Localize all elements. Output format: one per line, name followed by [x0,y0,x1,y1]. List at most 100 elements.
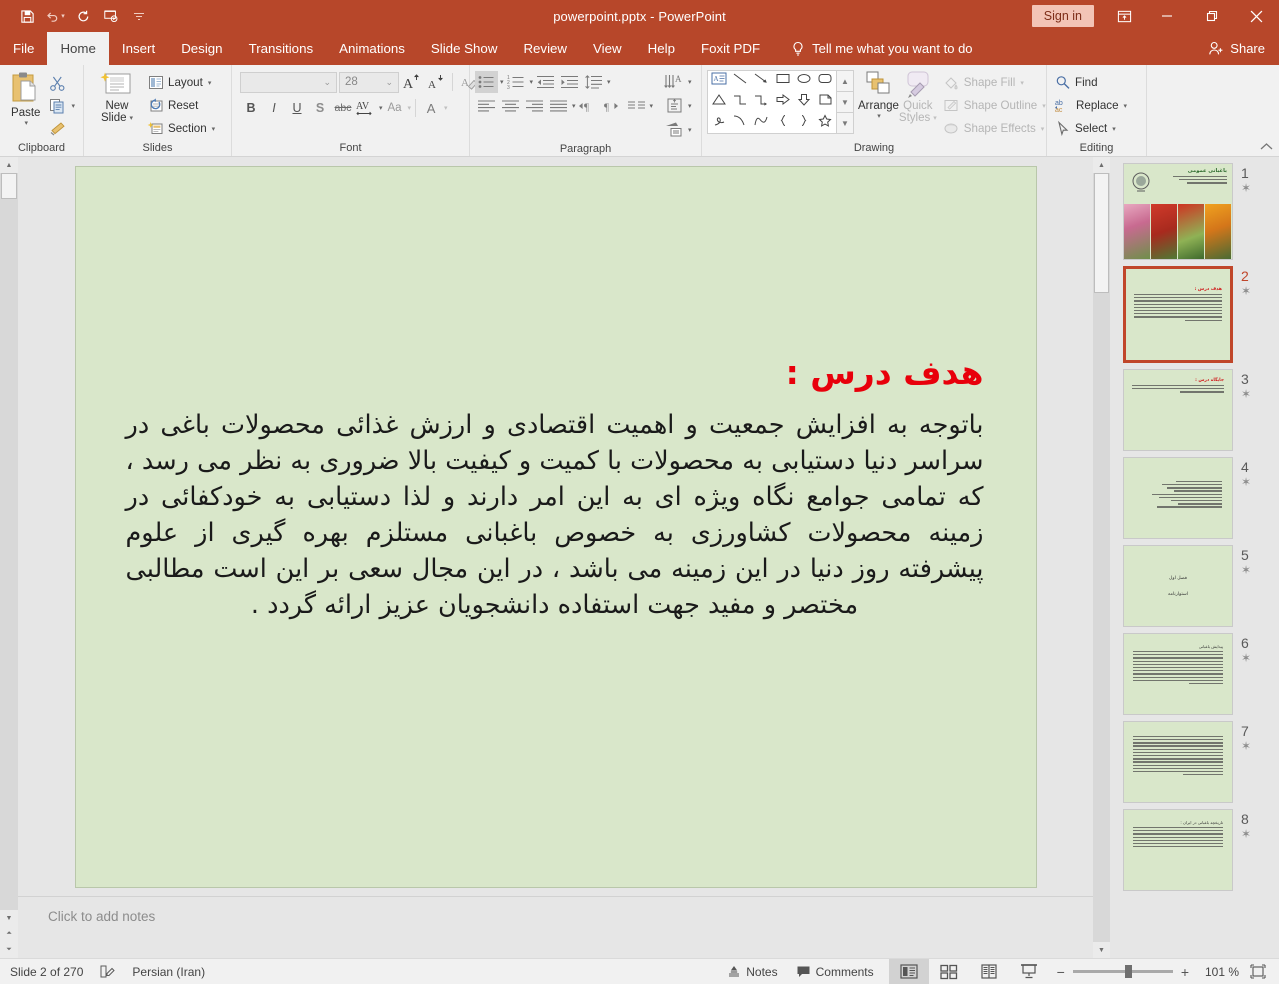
shape-effects-button[interactable]: Shape Effects ▾ [940,118,1049,139]
justify-button[interactable] [547,95,570,117]
change-case-caret[interactable]: ▾ [408,104,412,112]
align-left-button[interactable] [475,95,498,117]
elbow-connector-shape-icon[interactable] [732,93,748,111]
slide-thumbnail-8[interactable]: تاریخچه باغبانی در ایران : [1123,809,1233,891]
left-brace-shape-icon[interactable] [775,114,791,132]
scribble-shape-icon[interactable] [711,114,727,132]
elbow-arrow-connector-shape-icon[interactable] [753,93,769,111]
replace-button[interactable]: abac Replace ▾ [1052,95,1130,116]
layout-caret[interactable]: ▾ [208,79,212,87]
character-spacing-caret[interactable]: ▾ [379,104,383,112]
rounded-rectangle-shape-icon[interactable] [817,72,833,90]
change-case-button[interactable]: Aa [384,97,406,119]
text-shadow-button[interactable]: S [309,97,331,119]
convert-to-smartart-button[interactable] [663,119,686,141]
bullets-button[interactable] [475,71,498,93]
tab-file[interactable]: File [0,32,47,65]
smartart-caret[interactable]: ▾ [688,126,692,134]
increase-font-size-button[interactable]: A [401,71,423,93]
text-direction-caret[interactable]: ▾ [688,78,692,86]
line-shape-icon[interactable] [732,72,748,90]
slide-canvas-area[interactable]: هدف درس : باتوجه به افزایش جمعیت و اهمیت… [18,157,1093,896]
tab-help[interactable]: Help [635,32,688,65]
font-name-combo[interactable]: ⌄ [240,72,337,93]
scroll-down-icon[interactable]: ▼ [0,910,18,926]
shapes-gallery[interactable]: A [707,70,837,134]
right-brace-shape-icon[interactable] [796,114,812,132]
strikethrough-button[interactable]: abc [332,97,354,119]
zoom-slider-thumb[interactable] [1125,965,1132,978]
language-indicator[interactable]: Persian (Iran) [132,965,205,979]
thumbnail-row[interactable]: پیدایش باغبانی 6 ✶ [1110,633,1279,715]
tab-design[interactable]: Design [168,32,235,65]
slide-scroll-thumb[interactable] [1094,173,1109,293]
slide-thumbnail-1[interactable]: باغبانی عمومی [1123,163,1233,260]
thumbnail-row[interactable]: 7 ✶ [1110,721,1279,803]
notes-placeholder[interactable]: Click to add notes [48,909,1093,924]
collapse-ribbon-icon[interactable] [1260,142,1273,154]
start-presentation-icon[interactable] [98,4,124,28]
tab-review[interactable]: Review [510,32,580,65]
slide-vertical-scrollbar[interactable]: ▲ ▼ [1093,157,1110,958]
replace-caret[interactable]: ▾ [1124,102,1128,110]
normal-view-button[interactable] [889,959,929,984]
tab-animations[interactable]: Animations [326,32,418,65]
rectangle-shape-icon[interactable] [775,72,791,90]
slide-scroll-down-icon[interactable]: ▼ [1093,942,1110,958]
format-painter-button[interactable] [46,117,78,138]
right-arrow-shape-icon[interactable] [775,93,791,111]
shape-fill-button[interactable]: Shape Fill ▾ [940,72,1049,93]
right-to-left-button[interactable]: ¶ [601,95,624,117]
thumbnail-row[interactable]: باغبانی عمومی [1110,163,1279,260]
arc-shape-icon[interactable] [753,114,769,132]
spell-check-icon[interactable] [99,964,116,979]
left-scrollbar[interactable]: ▲ ▼ ⏶ ⏷ [0,157,18,958]
left-scroll-track[interactable] [0,173,18,910]
current-slide[interactable]: هدف درس : باتوجه به افزایش جمعیت و اهمیت… [75,166,1037,888]
close-button[interactable] [1234,0,1279,32]
quick-styles-button[interactable]: Quick Styles ▾ [899,70,937,124]
shape-effects-caret[interactable]: ▾ [1041,125,1045,133]
copy-button[interactable]: ▾ [46,95,78,116]
folded-corner-shape-icon[interactable] [817,93,833,111]
shape-fill-caret[interactable]: ▾ [1020,79,1024,87]
arrow-shape-icon[interactable] [753,72,769,90]
select-caret[interactable]: ▾ [1112,125,1116,133]
notes-button[interactable]: Notes [718,959,786,984]
redo-icon[interactable] [70,4,96,28]
tab-transitions[interactable]: Transitions [236,32,327,65]
columns-caret[interactable]: ▾ [650,102,654,110]
slide-thumbnail-4[interactable] [1123,457,1233,539]
slide-title-placeholder[interactable]: هدف درس : [124,353,984,392]
font-color-caret[interactable]: ▾ [444,104,448,112]
bold-button[interactable]: B [240,97,262,119]
down-arrow-shape-icon[interactable] [796,93,812,111]
next-slide-icon[interactable]: ⏷ [0,942,18,958]
shapes-scroll-up-icon[interactable]: ▲ [837,71,853,92]
slide-show-view-button[interactable] [1009,959,1049,984]
select-button[interactable]: Select ▾ [1052,118,1130,139]
shape-outline-caret[interactable]: ▾ [1042,102,1046,110]
thumbnail-row[interactable]: تاریخچه باغبانی در ایران : 8 ✶ [1110,809,1279,891]
slide-sorter-view-button[interactable] [929,959,969,984]
shapes-more-icon[interactable]: ▼ [837,113,853,133]
arrange-button[interactable]: Arrange ▾ [854,70,899,120]
share-button[interactable]: Share [1208,41,1265,56]
slide-thumbnail-panel[interactable]: باغبانی عمومی [1110,157,1279,958]
tell-me-search[interactable]: Tell me what you want to do [791,32,972,65]
ribbon-display-options-icon[interactable] [1104,0,1144,32]
thumbnail-row[interactable]: هدف درس : 2 ✶ [1110,266,1279,363]
align-text-button[interactable] [663,95,686,117]
bullets-caret[interactable]: ▾ [500,78,504,86]
numbering-caret[interactable]: ▾ [530,78,534,86]
italic-button[interactable]: I [263,97,285,119]
slide-thumbnail-5[interactable]: فصل اول استوارنامه [1123,545,1233,627]
customize-qat-icon[interactable] [126,4,152,28]
curve-shape-icon[interactable] [732,114,748,132]
left-to-right-button[interactable]: ¶ [577,95,600,117]
section-caret[interactable]: ▾ [212,125,216,133]
oval-shape-icon[interactable] [796,72,812,90]
slide-thumbnail-6[interactable]: پیدایش باغبانی [1123,633,1233,715]
minimize-button[interactable] [1144,0,1189,32]
layout-button[interactable]: Layout ▾ [145,72,218,93]
